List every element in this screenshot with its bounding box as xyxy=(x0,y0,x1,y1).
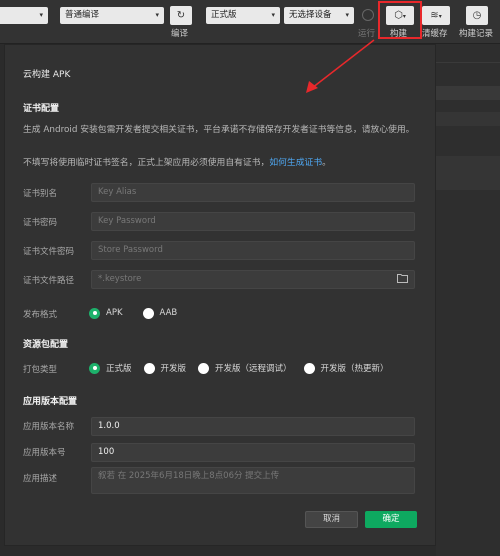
pack-option-label: 正式版 xyxy=(106,364,132,374)
device-value: 无选择设备 xyxy=(289,10,332,20)
format-option-label: AAB xyxy=(159,308,178,318)
top-toolbar: ▾ 普通编译 ▾ ↻ 编译 正式版 ▾ 无选择设备 ▾ 运行 ⬡▾ 构建 ≋▾ … xyxy=(0,0,500,44)
chevron-down-icon: ▾ xyxy=(155,11,159,19)
device-select[interactable]: 无选择设备 ▾ xyxy=(284,7,354,24)
compile-label: 编译 xyxy=(171,29,189,39)
build-apk-dialog: 云构建 APK 证书配置 生成 Android 安装包需开发者提交相关证书，平台… xyxy=(4,44,436,546)
cancel-button[interactable]: 取消 xyxy=(305,511,358,528)
version-code-label: 应用版本号 xyxy=(23,448,66,458)
build-history-button[interactable]: ◷ xyxy=(466,6,488,25)
format-option-aab[interactable]: AAB xyxy=(142,307,178,319)
chevron-down-icon: ▾ xyxy=(345,11,349,19)
cert-description-2: 不填写将使用临时证书签名，正式上架应用必须使用自有证书，如何生成证书。 xyxy=(23,156,428,171)
version-section-title: 应用版本配置 xyxy=(23,397,78,407)
build-history-label: 构建记录 xyxy=(459,29,494,39)
layers-icon: ≋ xyxy=(430,10,439,21)
format-label: 发布格式 xyxy=(23,310,58,320)
cert-path-label: 证书文件路径 xyxy=(23,276,75,286)
pack-option-label: 开发版（热更新） xyxy=(320,364,389,374)
chevron-down-icon: ▾ xyxy=(39,11,43,19)
chevron-down-icon: ▾ xyxy=(271,11,275,19)
annotation-highlight-box xyxy=(378,1,422,39)
cert-alias-input[interactable]: Key Alias xyxy=(91,183,415,202)
pack-option-label: 开发版 xyxy=(160,364,187,374)
radio-checked-icon xyxy=(89,307,100,319)
cert-path-placeholder: *.keystore xyxy=(98,274,142,284)
cert-hint-end: 。 xyxy=(322,158,331,168)
version-select[interactable]: 正式版 ▾ xyxy=(206,7,280,24)
pack-option-dev-hot[interactable]: 开发版（热更新） xyxy=(303,362,389,374)
version-value: 正式版 xyxy=(211,10,237,20)
pack-option-label: 开发版（远程调试） xyxy=(215,364,292,374)
refresh-icon: ↻ xyxy=(176,10,186,21)
clear-cache-label: 清缓存 xyxy=(422,29,448,39)
divider xyxy=(436,62,500,63)
panel-row xyxy=(436,86,500,100)
cert-description: 生成 Android 安装包需开发者提交相关证书，平台承诺不存储保存开发者证书等… xyxy=(23,125,415,135)
folder-icon[interactable] xyxy=(397,273,410,285)
store-password-input[interactable]: Store Password xyxy=(91,241,415,260)
format-radio-group: APK AAB xyxy=(89,306,189,320)
annotation-arrow-icon xyxy=(306,39,375,93)
cert-password-input[interactable]: Key Password xyxy=(91,212,415,231)
pack-option-release[interactable]: 正式版 xyxy=(89,362,132,374)
cert-password-label: 证书密码 xyxy=(23,218,58,228)
panel-row xyxy=(436,156,500,190)
cert-path-input[interactable]: *.keystore xyxy=(91,270,415,289)
app-desc-label: 应用描述 xyxy=(23,474,58,484)
res-section-title: 资源包配置 xyxy=(23,340,69,350)
version-name-label: 应用版本名称 xyxy=(23,422,75,432)
confirm-button[interactable]: 确定 xyxy=(365,511,417,528)
version-name-input[interactable]: 1.0.0 xyxy=(91,417,415,436)
dialog-title: 云构建 APK xyxy=(23,70,71,80)
cert-section-title: 证书配置 xyxy=(23,104,60,114)
pack-type-radio-group: 正式版 开发版 开发版（远程调试） 开发版（热更新） xyxy=(89,361,401,375)
pack-type-label: 打包类型 xyxy=(23,365,58,375)
app-desc-textarea[interactable]: 叙若 在 2025年6月18日晚上8点06分 提交上传 xyxy=(91,467,415,494)
radio-unchecked-icon xyxy=(198,362,210,374)
panel-row xyxy=(436,112,500,126)
pack-option-dev-remote[interactable]: 开发版（远程调试） xyxy=(198,362,292,374)
run-icon[interactable] xyxy=(362,9,374,21)
compile-mode-select[interactable]: 普通编译 ▾ xyxy=(60,7,164,24)
cert-alias-label: 证书别名 xyxy=(23,189,58,199)
cert-hint-text: 不填写将使用临时证书签名，正式上架应用必须使用自有证书， xyxy=(23,158,270,168)
radio-unchecked-icon xyxy=(143,362,155,374)
left-select[interactable]: ▾ xyxy=(0,7,48,24)
compile-mode-value: 普通编译 xyxy=(65,10,100,20)
format-option-apk[interactable]: APK xyxy=(89,307,123,319)
version-code-input[interactable]: 100 xyxy=(91,443,415,462)
clock-icon: ◷ xyxy=(472,10,482,21)
radio-unchecked-icon xyxy=(142,307,154,319)
chevron-down-icon: ▾ xyxy=(438,13,442,20)
radio-checked-icon xyxy=(89,362,100,374)
how-to-generate-cert-link[interactable]: 如何生成证书 xyxy=(269,158,322,168)
clear-cache-button[interactable]: ≋▾ xyxy=(422,6,450,25)
pack-option-dev[interactable]: 开发版 xyxy=(143,362,187,374)
radio-unchecked-icon xyxy=(303,362,315,374)
refresh-compile-button[interactable]: ↻ xyxy=(170,6,192,25)
store-password-label: 证书文件密码 xyxy=(23,247,75,257)
format-option-label: APK xyxy=(106,308,123,318)
